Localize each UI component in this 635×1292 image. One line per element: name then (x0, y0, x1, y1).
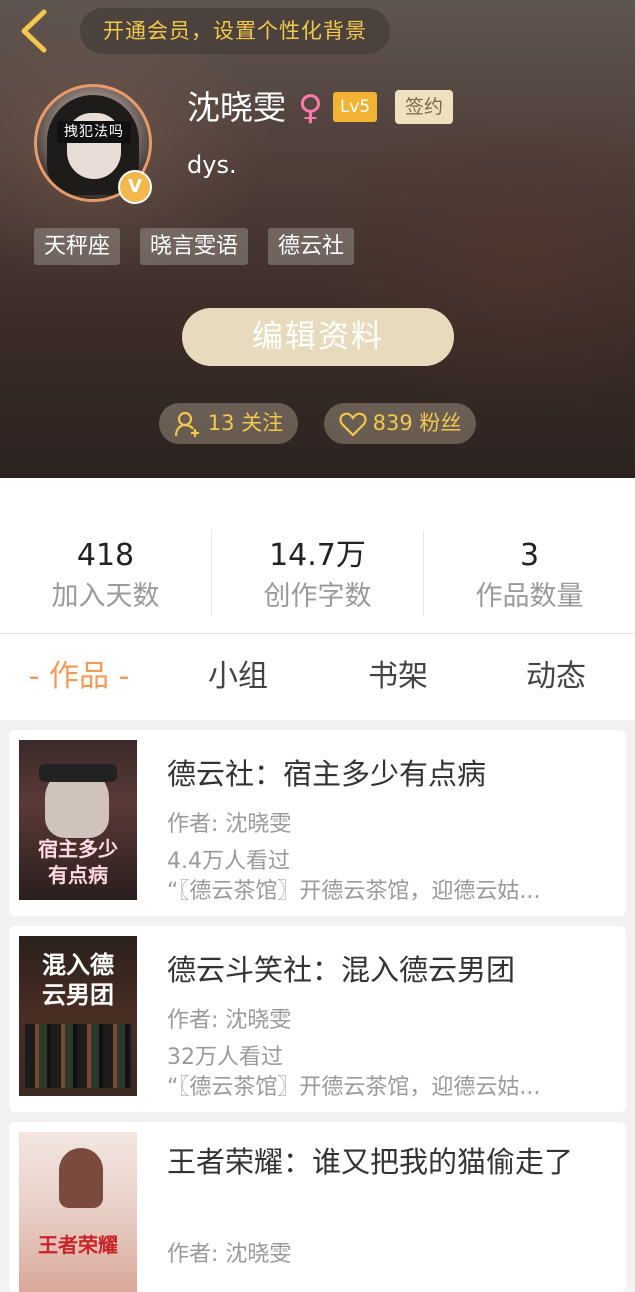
stat-word-count: 14.7万 创作字数 (212, 478, 423, 633)
cover-title: 混入德云男团 (42, 950, 114, 1009)
vip-banner[interactable]: 开通会员，设置个性化背景 (80, 8, 390, 54)
user-bio: dys. (187, 151, 237, 179)
book-description: “〖德云茶馆〗开德云茶馆，迎德云姑... (167, 879, 541, 904)
book-cover[interactable]: 王者荣耀 (19, 1132, 137, 1292)
book-description: “〖德云茶馆〗开德云茶馆，迎德云姑... (167, 1075, 541, 1100)
avatar-caption: 拽犯法吗 (57, 121, 131, 143)
edit-profile-button[interactable]: 编辑资料 (182, 308, 454, 366)
username: 沈晓雯 (187, 88, 286, 127)
book-author: 作者: 沈晓雯 (167, 812, 292, 837)
profile-tabs: - 作品 - 小组 书架 动态 (0, 634, 635, 720)
tag-series[interactable]: 晓言雯语 (140, 228, 249, 265)
stat-join-days: 418 加入天数 (0, 478, 211, 633)
book-author: 作者: 沈晓雯 (167, 1242, 292, 1267)
chevron-left-icon (21, 9, 47, 53)
heart-icon (339, 412, 367, 437)
book-author: 作者: 沈晓雯 (167, 1008, 292, 1033)
female-gender-icon: ♀ (298, 88, 323, 128)
followers-button[interactable]: 839 粉丝 (324, 403, 476, 444)
stat-value: 418 (76, 538, 135, 573)
book-title[interactable]: 德云斗笑社：混入德云男团 (167, 950, 515, 990)
following-button[interactable]: 13 关注 (159, 403, 298, 444)
work-card[interactable]: 混入德云男团 德云斗笑社：混入德云男团 作者: 沈晓雯 32万人看过 “〖德云茶… (9, 926, 626, 1112)
stat-works-count: 3 作品数量 (424, 478, 635, 633)
cover-title: 宿主多少有点病 (38, 837, 118, 887)
stat-value: 14.7万 (269, 538, 366, 573)
signed-badge: 签约 (395, 90, 453, 124)
stat-label: 作品数量 (475, 581, 584, 612)
level-badge: Lv5 (333, 92, 377, 122)
book-title[interactable]: 王者荣耀：谁又把我的猫偷走了 (167, 1142, 573, 1182)
following-count: 13 关注 (207, 411, 284, 435)
stat-label: 创作字数 (263, 581, 372, 612)
stat-value: 3 (519, 538, 540, 573)
verified-badge-icon: V (118, 170, 152, 204)
tag-group[interactable]: 德云社 (268, 228, 355, 265)
works-list: 宿主多少有点病 德云社：宿主多少有点病 作者: 沈晓雯 4.4万人看过 “〖德云… (0, 720, 635, 1292)
followers-count: 839 粉丝 (372, 411, 462, 435)
cover-title: 王者荣耀 (38, 1233, 118, 1257)
tab-groups[interactable]: 小组 (178, 634, 298, 720)
tab-bookshelf[interactable]: 书架 (338, 634, 458, 720)
tab-works[interactable]: - 作品 - (14, 634, 144, 720)
book-cover[interactable]: 混入德云男团 (19, 936, 137, 1096)
work-card[interactable]: 王者荣耀 王者荣耀：谁又把我的猫偷走了 作者: 沈晓雯 (9, 1122, 626, 1292)
tab-activity[interactable]: 动态 (496, 634, 616, 720)
stats-bar: 418 加入天数 14.7万 创作字数 3 作品数量 (0, 478, 635, 634)
user-add-icon (174, 411, 199, 437)
book-views: 4.4万人看过 (167, 849, 290, 874)
stat-label: 加入天数 (51, 581, 160, 612)
back-button[interactable] (14, 8, 54, 54)
work-card[interactable]: 宿主多少有点病 德云社：宿主多少有点病 作者: 沈晓雯 4.4万人看过 “〖德云… (9, 730, 626, 916)
tag-zodiac[interactable]: 天秤座 (34, 228, 121, 265)
book-views: 32万人看过 (167, 1045, 283, 1070)
book-cover[interactable]: 宿主多少有点病 (19, 740, 137, 900)
profile-header: 开通会员，设置个性化背景 拽犯法吗 V 沈晓雯 ♀ Lv5 签约 dys. 天秤… (0, 0, 635, 478)
book-title[interactable]: 德云社：宿主多少有点病 (167, 754, 486, 794)
